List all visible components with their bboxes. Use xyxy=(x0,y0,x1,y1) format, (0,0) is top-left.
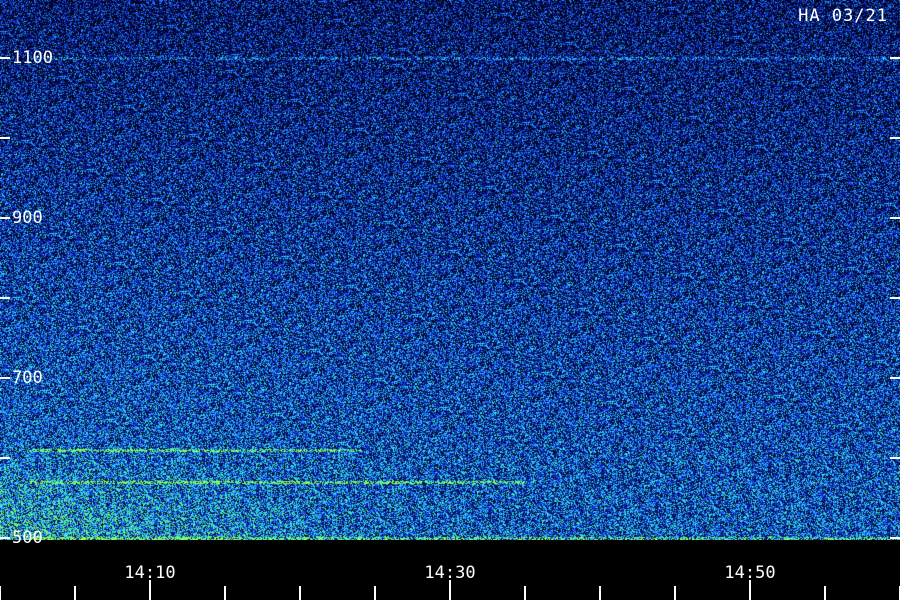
y-tick-label: 1100 xyxy=(12,48,53,68)
x-tick-label: 14:30 xyxy=(424,563,475,583)
x-axis: 14:10 14:30 14:50 xyxy=(0,563,900,600)
chart-axes: 500 700 900 1100 14:10 14:30 14:50 xyxy=(0,48,900,600)
y-tick-label: 700 xyxy=(12,368,43,388)
y-tick-label: 900 xyxy=(12,208,43,228)
y-axis: 500 700 900 1100 xyxy=(0,48,900,548)
x-tick-label: 14:10 xyxy=(124,563,175,583)
y-tick-label: 500 xyxy=(12,528,43,548)
x-tick-label: 14:50 xyxy=(724,563,775,583)
station-date-label: HA 03/21 xyxy=(798,6,888,26)
